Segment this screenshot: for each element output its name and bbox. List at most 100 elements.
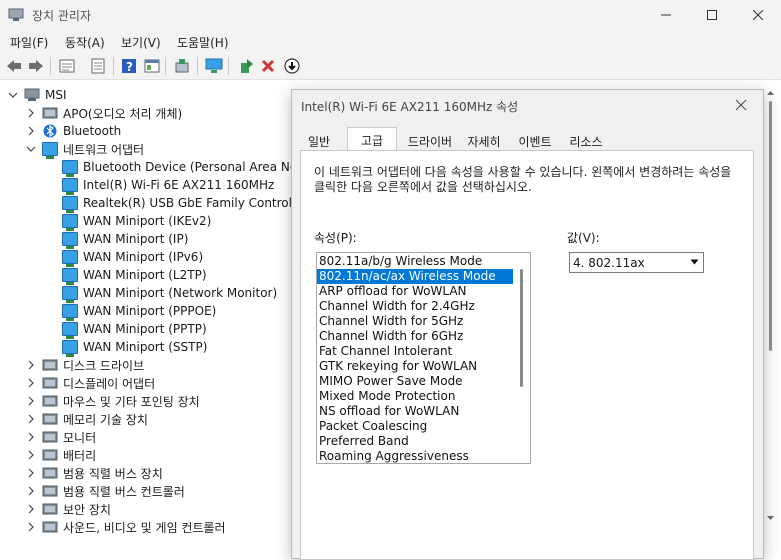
chevron-right-icon[interactable]: [26, 396, 36, 406]
chevron-down-icon[interactable]: [8, 90, 18, 100]
chevron-right-icon[interactable]: [26, 450, 36, 460]
tree-device[interactable]: Realtek(R) USB GbE Family Controller: [62, 194, 300, 213]
chevron-right-icon[interactable]: [26, 360, 36, 370]
computer-icon: [24, 88, 40, 101]
tab-details[interactable]: 자세히: [462, 129, 506, 151]
bluetooth-icon: [43, 124, 57, 138]
chevron-right-icon[interactable]: [26, 378, 36, 388]
tree-device[interactable]: WAN Miniport (IPv6): [62, 248, 204, 267]
tab-events[interactable]: 이벤트: [511, 129, 559, 151]
scroll-down-icon[interactable]: [766, 514, 775, 522]
list-button[interactable]: [88, 56, 108, 76]
help-button[interactable]: ?: [119, 56, 139, 76]
scan-hardware-button[interactable]: [172, 56, 192, 76]
tab-driver[interactable]: 드라이버: [403, 129, 457, 151]
tree-category[interactable]: 범용 직렬 버스 장치: [26, 464, 163, 482]
property-label: 속성(P):: [314, 231, 357, 245]
tree-device[interactable]: WAN Miniport (PPPOE): [62, 302, 216, 321]
property-item[interactable]: MIMO Power Save Mode: [317, 374, 513, 389]
disable-button[interactable]: [282, 56, 302, 76]
menu-action[interactable]: 동작(A): [65, 34, 105, 51]
chevron-right-icon[interactable]: [26, 126, 36, 136]
tree-category[interactable]: 메모리 기술 장치: [26, 410, 148, 428]
properties-icon: [59, 59, 75, 73]
usb-controller-icon: [42, 485, 58, 497]
tree-category[interactable]: 모니터: [26, 428, 96, 446]
property-item[interactable]: Channel Width for 6GHz: [317, 329, 513, 344]
tree-category[interactable]: 마우스 및 기타 포인팅 장치: [26, 392, 200, 410]
chevron-right-icon[interactable]: [26, 468, 36, 478]
dialog-close-button[interactable]: [732, 96, 750, 114]
tree-device[interactable]: Intel(R) Wi-Fi 6E AX211 160MHz: [62, 176, 274, 195]
property-item[interactable]: Mixed Mode Protection: [317, 389, 513, 404]
chevron-right-icon[interactable]: [26, 522, 36, 532]
property-item[interactable]: Preferred Band: [317, 434, 513, 449]
forward-button[interactable]: [26, 56, 46, 76]
tree-category-label: 범용 직렬 버스 장치: [63, 466, 163, 481]
property-list[interactable]: 802.11a/b/g Wireless Mode 802.11n/ac/ax W…: [316, 252, 531, 464]
property-item[interactable]: Roaming Aggressiveness: [317, 449, 513, 463]
property-item[interactable]: 802.11n/ac/ax Wireless Mode: [317, 269, 513, 284]
property-item[interactable]: Channel Width for 5GHz: [317, 314, 513, 329]
property-item[interactable]: 802.11a/b/g Wireless Mode: [317, 254, 513, 269]
chevron-right-icon[interactable]: [26, 486, 36, 496]
tree-device-label: WAN Miniport (IPv6): [83, 250, 204, 264]
menu-help[interactable]: 도움말(H): [177, 34, 229, 51]
list-icon: [91, 58, 105, 74]
close-window-button[interactable]: [735, 0, 781, 30]
tree-category[interactable]: 범용 직렬 버스 컨트롤러: [26, 482, 185, 500]
back-button[interactable]: [4, 56, 24, 76]
property-list-scrollbar[interactable]: [520, 269, 523, 387]
tree-category[interactable]: Bluetooth: [26, 122, 121, 140]
menu-view[interactable]: 보기(V): [121, 34, 161, 51]
uninstall-button[interactable]: [258, 56, 278, 76]
value-select[interactable]: 4. 802.11ax: [569, 252, 704, 273]
tree-device[interactable]: WAN Miniport (IP): [62, 230, 188, 249]
chevron-right-icon[interactable]: [26, 414, 36, 424]
tree-category-label: 범용 직렬 버스 컨트롤러: [63, 484, 185, 499]
audio-icon: [42, 107, 58, 119]
tree-category[interactable]: 디스크 드라이브: [26, 356, 144, 374]
monitor-button[interactable]: [204, 56, 224, 76]
device-manager-window: 장치 관리자 파일(F) 동작(A) 보기(V) 도움말(H) ? MSI AP…: [0, 0, 781, 560]
tree-category[interactable]: 사운드, 비디오 및 게임 컨트롤러: [26, 518, 226, 536]
menu-file[interactable]: 파일(F): [10, 34, 48, 51]
property-item[interactable]: GTK rekeying for WoWLAN: [317, 359, 513, 374]
chevron-right-icon[interactable]: [26, 108, 36, 118]
device-manager-app-icon: [8, 8, 24, 21]
tree-device[interactable]: WAN Miniport (Network Monitor): [62, 284, 277, 303]
scroll-up-icon[interactable]: [766, 89, 775, 97]
property-item[interactable]: Packet Coalescing: [317, 419, 513, 434]
tree-device[interactable]: WAN Miniport (PPTP): [62, 320, 207, 339]
tree-scrollbar[interactable]: [766, 89, 775, 529]
tree-device[interactable]: WAN Miniport (SSTP): [62, 338, 207, 357]
tree-category[interactable]: 배터리: [26, 446, 96, 464]
tree-device[interactable]: WAN Miniport (L2TP): [62, 266, 207, 285]
tree-root[interactable]: MSI: [8, 86, 67, 104]
chevron-right-icon[interactable]: [26, 432, 36, 442]
tab-advanced[interactable]: 고급: [347, 127, 397, 152]
view-button[interactable]: [142, 56, 162, 76]
minimize-button[interactable]: [643, 0, 689, 30]
tree-category[interactable]: 디스플레이 어댑터: [26, 374, 155, 392]
property-item[interactable]: ARP offload for WoWLAN: [317, 284, 513, 299]
tree-category[interactable]: APO(오디오 처리 개체): [26, 104, 182, 122]
tree-device[interactable]: WAN Miniport (IKEv2): [62, 212, 211, 231]
maximize-button[interactable]: [689, 0, 735, 30]
property-item[interactable]: Fat Channel Intolerant: [317, 344, 513, 359]
property-item[interactable]: NS offload for WoWLAN: [317, 404, 513, 419]
scrollbar-thumb[interactable]: [769, 101, 772, 351]
tree-category[interactable]: 보안 장치: [26, 500, 111, 518]
tree-category[interactable]: 네트워크 어댑터: [26, 140, 144, 159]
tab-resources[interactable]: 리소스: [563, 129, 609, 151]
properties-button[interactable]: [57, 56, 77, 76]
property-item[interactable]: Channel Width for 2.4GHz: [317, 299, 513, 314]
tree-device[interactable]: Bluetooth Device (Personal Area Netwo: [62, 158, 300, 177]
update-driver-button[interactable]: [236, 56, 256, 76]
tab-general[interactable]: 일반: [300, 129, 338, 151]
tree-category-label: 모니터: [63, 430, 97, 445]
title-bar: 장치 관리자: [0, 0, 781, 30]
chevron-down-icon[interactable]: [26, 144, 36, 154]
chevron-right-icon[interactable]: [26, 504, 36, 514]
network-adapter-icon: [62, 268, 78, 285]
